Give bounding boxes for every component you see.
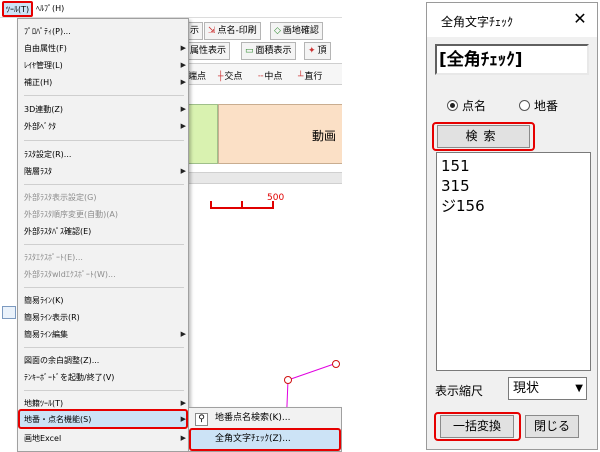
chiban-submenu: ⚲ 地番点名検索(K)... 全角文字ﾁｪｯｸ(Z)...: [188, 407, 342, 452]
close-button[interactable]: 閉じる: [525, 415, 579, 438]
ruler-label: 500: [267, 193, 285, 203]
cell-label: 動画: [312, 129, 337, 143]
menu-item-parcel-excel[interactable]: 画地Excel ▶: [24, 430, 186, 447]
menu-item-ext-raster-path[interactable]: 外部ﾗｽﾀﾊﾟｽ確認(E): [24, 223, 184, 240]
radio-lotnumber[interactable]: 地番: [519, 97, 558, 114]
dialog-titlebar: 全角文字ﾁｪｯｸ ✕: [427, 3, 597, 37]
menu-item-simple-line-display[interactable]: 簡易ﾗｲﾝ表示(R): [24, 309, 184, 326]
snap-midpoint[interactable]: ╌中点: [258, 69, 282, 82]
canvas-divider: [186, 172, 342, 184]
menu-item-ext-vector[interactable]: 外部ﾍﾞｸﾀ ▶: [24, 118, 186, 135]
close-icon[interactable]: ✕: [569, 8, 591, 30]
chevron-down-icon: ▼: [575, 383, 583, 394]
submenu-item-zenkaku-check[interactable]: 全角文字ﾁｪｯｸ(Z)...: [215, 431, 291, 448]
radio-selected-icon: [447, 100, 458, 111]
menu-item-ext-raster-display: 外部ﾗｽﾀ表示設定(G): [24, 193, 97, 202]
menu-separator: [24, 184, 184, 185]
chevron-right-icon: ▶: [180, 44, 186, 52]
menu-item-simple-line[interactable]: 簡易ﾗｲﾝ(K): [24, 292, 184, 309]
snap-toolbar: 端点 ┼交点 ╌中点 ┴直行: [186, 63, 342, 85]
menu-item-correction[interactable]: 補正(H) ▶: [24, 74, 186, 91]
chevron-right-icon: ▶: [180, 415, 186, 423]
app-window: ﾂｰﾙ(T) ﾍﾙﾌﾟ(H) 示 ⇲ 点名-印刷 ◇ 画地確認 属性表示 ▭ 面積表示…: [0, 0, 342, 452]
result-item: 151: [441, 157, 470, 175]
parcel-icon: ◇: [274, 26, 281, 36]
snap-perpendicular[interactable]: ┴直行: [298, 69, 322, 82]
menu-item-tenkey[interactable]: ﾃﾝｷｰﾎﾞｰﾄﾞを起動/終了(V): [24, 369, 184, 386]
ruler-tick: [241, 201, 243, 209]
menu-separator: [24, 390, 184, 391]
menu-item-simple-line-edit[interactable]: 簡易ﾗｲﾝ編集 ▶: [24, 326, 186, 343]
tool-dropdown-menu: ﾌﾟﾛﾊﾟﾃｨ(P)... 自由属性(F) ▶ ﾚｲﾔ管理(L) ▶ 補正(H) ▶ …: [17, 18, 189, 452]
search-button-highlight: [432, 122, 535, 151]
zenkaku-check-dialog: 全角文字ﾁｪｯｸ ✕ [全角ﾁｪｯｸ] 点名 地番 検索 151 315 ジ15…: [426, 2, 598, 450]
scale-dropdown[interactable]: 現状 ▼: [508, 377, 587, 400]
scale-value: 現状: [513, 381, 540, 396]
menu-item-raster-settings[interactable]: ﾗｽﾀ設定(R)...: [24, 146, 184, 163]
menu-separator: [24, 140, 184, 141]
submenu-item-search[interactable]: 地番点名検索(K)...: [215, 410, 291, 427]
toolbar-area-display-button[interactable]: ▭ 面積表示: [241, 42, 296, 60]
result-item: ジ156: [441, 197, 485, 215]
menu-item-layer[interactable]: ﾚｲﾔ管理(L) ▶: [24, 57, 186, 74]
toolbar-print-pointname-button[interactable]: ⇲ 点名-印刷: [204, 22, 261, 40]
result-item: 315: [441, 177, 470, 195]
chevron-right-icon: ▶: [180, 167, 186, 175]
toolbar-row-2: 属性表示 ▭ 面積表示 ✦ 頂: [186, 42, 342, 60]
chevron-right-icon: ▶: [180, 78, 186, 86]
bulk-convert-highlight: [434, 412, 521, 441]
toolbar-parcel-check-button[interactable]: ◇ 画地確認: [270, 22, 323, 40]
ruler-tick: [210, 201, 212, 209]
chevron-right-icon: ▶: [180, 122, 186, 130]
area-icon: ▭: [245, 46, 254, 56]
dialog-title: 全角文字ﾁｪｯｸ: [441, 15, 514, 29]
menu-item-ext-raster-order: 外部ﾗｽﾀ順序変更(自動)(A): [24, 210, 118, 219]
menu-item-properties[interactable]: ﾌﾟﾛﾊﾟﾃｨ(P)...: [24, 23, 184, 40]
chevron-right-icon: ▶: [180, 61, 186, 69]
menu-item-raster-export: ﾗｽﾀｴｸｽﾎﾟｰﾄ(E)...: [24, 253, 83, 262]
menu-separator: [24, 95, 184, 96]
perpendicular-icon: ┴: [298, 72, 304, 82]
midpoint-icon: ╌: [258, 72, 264, 82]
result-list[interactable]: 151 315 ジ156: [436, 152, 591, 371]
toolbar-row-1: 示 ⇲ 点名-印刷 ◇ 画地確認: [186, 22, 342, 40]
menu-help[interactable]: ﾍﾙﾌﾟ(H): [36, 4, 64, 14]
snap-endpoint[interactable]: 端点: [188, 69, 206, 82]
menu-item-raster-wld-export: 外部ﾗｽﾀwldｴｸｽﾎﾟｰﾄ(W)...: [24, 270, 116, 279]
menu-item-3d[interactable]: 3D連動(Z) ▶: [24, 101, 186, 118]
vertex-icon: ✦: [308, 46, 316, 56]
menu-item-margin-adjust[interactable]: 図面の余白調整(Z)...: [24, 352, 184, 369]
cross-icon: ┼: [218, 72, 224, 82]
menu-item-free-attr[interactable]: 自由属性(F) ▶: [24, 40, 186, 57]
toolbar-attr-display-button[interactable]: 属性表示: [186, 42, 231, 60]
chevron-right-icon: ▶: [180, 434, 186, 442]
menu-separator: [24, 244, 184, 245]
snap-intersection[interactable]: ┼交点: [218, 69, 242, 82]
menu-tool[interactable]: ﾂｰﾙ(T): [2, 1, 34, 17]
menu-separator: [24, 347, 184, 348]
search-icon: ⚲: [195, 413, 208, 426]
green-cell: [186, 104, 218, 164]
chevron-right-icon: ▶: [180, 105, 186, 113]
toolbar-vertex-button[interactable]: ✦ 頂: [304, 42, 331, 60]
menu-item-layered-raster[interactable]: 階層ﾗｽﾀ ▶: [24, 163, 186, 180]
menu-bar: ﾂｰﾙ(T) ﾍﾙﾌﾟ(H): [0, 0, 342, 18]
radio-pointname[interactable]: 点名: [447, 97, 486, 114]
simple-line-icon: [2, 306, 16, 319]
dialog-heading-box: [全角ﾁｪｯｸ]: [435, 44, 589, 75]
menu-item-chiban-function[interactable]: 地番・点名機能(S) ▶: [24, 411, 186, 428]
scale-label: 表示縮尺: [435, 384, 484, 398]
menu-separator: [24, 287, 184, 288]
chevron-right-icon: ▶: [180, 330, 186, 338]
radio-unselected-icon: [519, 100, 530, 111]
dialog-heading: [全角ﾁｪｯｸ]: [439, 50, 523, 70]
print-icon: ⇲: [208, 26, 216, 36]
